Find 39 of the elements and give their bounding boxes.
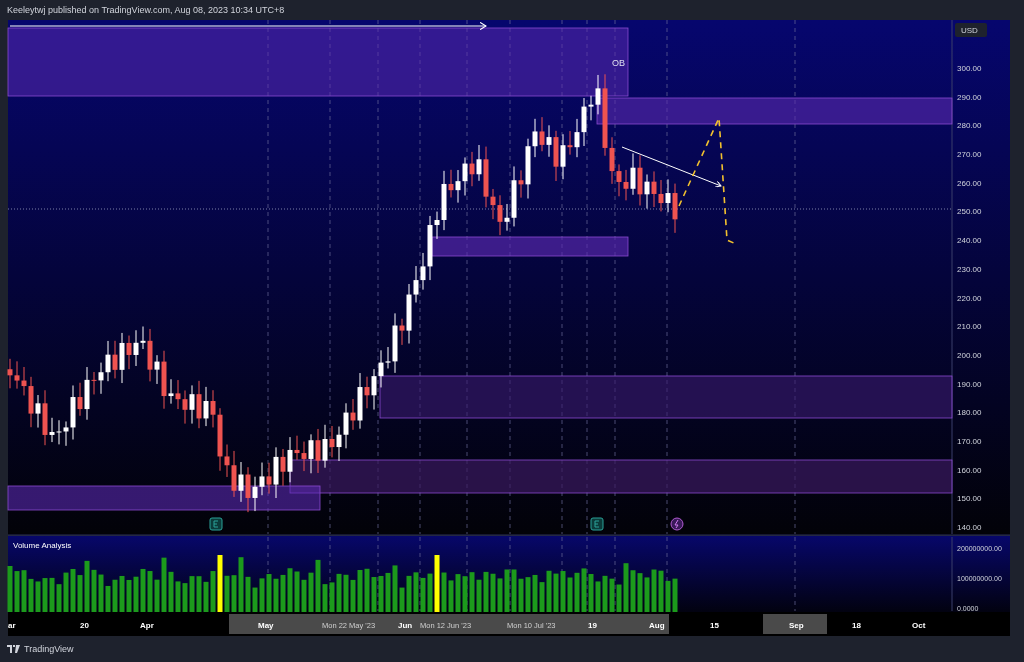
price-tick: 170.00 (957, 436, 982, 446)
tradingview-logo-icon (7, 645, 20, 653)
time-label: 19 (588, 621, 597, 630)
time-label: 15 (710, 621, 719, 630)
price-tick: 160.00 (957, 465, 982, 475)
price-tick: 150.00 (957, 494, 982, 504)
price-tick: 200.00 (957, 350, 982, 360)
earnings-icon (590, 517, 604, 531)
price-tick: 220.00 (957, 293, 982, 303)
currency-badge (955, 23, 987, 37)
price-tick: 210.00 (957, 322, 982, 332)
time-label: Oct (912, 621, 926, 630)
time-label: May (258, 621, 274, 630)
price-tick: 280.00 (957, 121, 982, 131)
price-tick: 240.00 (957, 236, 982, 246)
time-label: 20 (80, 621, 89, 630)
price-tick: 270.00 (957, 150, 982, 160)
lightning-icon (670, 517, 684, 531)
publisher-caption: Keeleytwj published on TradingView.com, Aug 08, 2023 10:34 UTC+8 (6, 4, 286, 17)
brand-name: TradingView (24, 644, 74, 654)
price-tick: 190.00 (957, 379, 982, 389)
time-label: Apr (140, 621, 154, 630)
price-tick: 260.00 (957, 178, 982, 188)
price-tick: 180.00 (957, 408, 982, 418)
zone-label: OB (612, 58, 625, 68)
date-range-highlight (763, 614, 827, 634)
earnings-icon (209, 517, 223, 531)
time-label: 18 (852, 621, 861, 630)
price-tick: 250.00 (957, 207, 982, 217)
price-tick: 290.00 (957, 92, 982, 102)
price-tick: 230.00 (957, 264, 982, 274)
pane-title: Volume Analysis (13, 541, 72, 550)
time-label: Jun (398, 621, 413, 630)
price-tick: 140.00 (957, 523, 982, 533)
price-tick: 300.00 (957, 64, 982, 73)
time-label: Aug (649, 621, 665, 630)
currency-label: USD (961, 26, 978, 35)
time-label: Sep (789, 621, 804, 630)
time-label: ar (8, 621, 16, 630)
